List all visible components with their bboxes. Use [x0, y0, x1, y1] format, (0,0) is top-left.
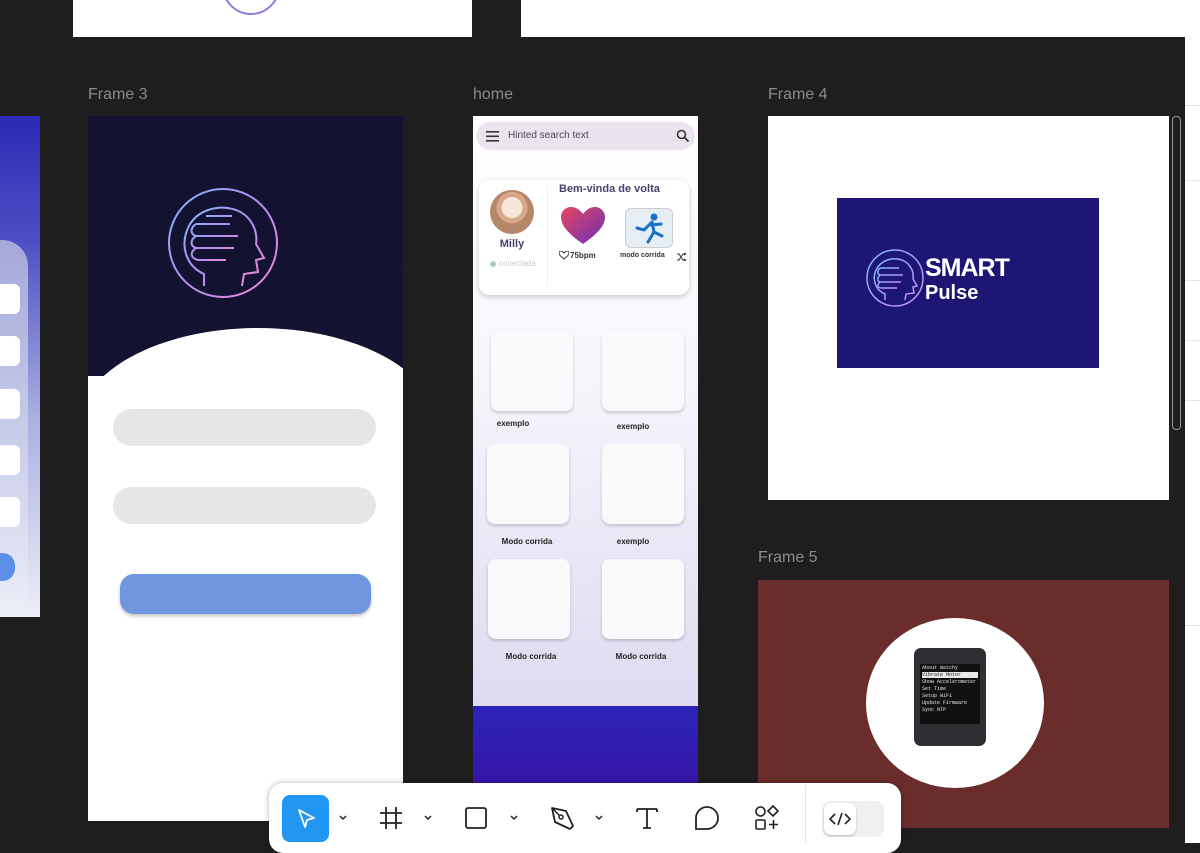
- device-menu-item: Vibrate Motor: [922, 672, 978, 678]
- home-frame[interactable]: Hinted search text Milly conectada Bem-v…: [473, 116, 698, 784]
- canvas-scrollbar[interactable]: [1172, 116, 1181, 430]
- frame-tool-button[interactable]: [369, 796, 413, 840]
- run-mode-label: modo corrida: [620, 252, 665, 259]
- smart-pulse-logo: SMART Pulse: [837, 198, 1099, 368]
- top-frame-partial-left[interactable]: [73, 0, 472, 37]
- search-placeholder: Hinted search text: [508, 130, 589, 141]
- frame-4[interactable]: SMART Pulse: [768, 116, 1169, 500]
- dev-mode-toggle[interactable]: [822, 801, 884, 837]
- comment-icon: [695, 806, 719, 830]
- logo-word-smart: SMART: [925, 254, 1010, 282]
- text-icon: [636, 808, 658, 829]
- frame-5-label[interactable]: Frame 5: [758, 549, 818, 567]
- login-button[interactable]: [120, 574, 371, 614]
- shortcut-tile[interactable]: [602, 444, 684, 524]
- shuffle-icon[interactable]: [677, 253, 686, 261]
- input-field: [0, 497, 20, 527]
- password-field[interactable]: [113, 487, 376, 524]
- runner-icon: [635, 213, 664, 244]
- frame-3[interactable]: [88, 116, 403, 821]
- tile-label: exemplo: [616, 537, 650, 546]
- heart-icon[interactable]: [559, 206, 607, 246]
- toolbar-divider: [805, 785, 806, 843]
- chevron-down-icon: [510, 815, 518, 821]
- chevron-down-icon: [424, 815, 432, 821]
- move-tool-dropdown[interactable]: [337, 808, 349, 828]
- actions-icon: [755, 804, 780, 830]
- move-arrow-icon: [297, 808, 315, 828]
- chevron-down-icon: [595, 815, 603, 821]
- welcome-title: Bem-vinda de volta: [559, 183, 660, 195]
- tile-label: Modo corrida: [615, 652, 667, 661]
- pen-tool-dropdown[interactable]: [593, 808, 605, 828]
- brain-head-logo-icon: [866, 249, 924, 307]
- heart-rate-value: 75bpm: [570, 251, 596, 260]
- user-status: conectada: [499, 259, 536, 268]
- tile-label: exemplo: [616, 422, 650, 431]
- frame-3-label[interactable]: Frame 3: [88, 86, 148, 104]
- tile-label: Modo corrida: [505, 652, 557, 661]
- device-menu-item: Update Firmware: [922, 700, 968, 706]
- email-field[interactable]: [113, 409, 376, 446]
- comment-tool-button[interactable]: [685, 796, 729, 840]
- brain-logo-partial-icon: [225, 0, 277, 15]
- input-field: [0, 284, 20, 314]
- frame-tool-dropdown[interactable]: [422, 808, 434, 828]
- chevron-down-icon: [339, 815, 347, 821]
- top-frame-partial-right[interactable]: [521, 0, 1185, 37]
- input-field: [0, 389, 20, 419]
- frame-icon: [380, 807, 402, 829]
- running-mode-image[interactable]: [625, 208, 673, 248]
- stray-layer-label: BE4: [404, 263, 418, 270]
- bottom-navigation-bar[interactable]: [473, 706, 698, 784]
- actions-tool-button[interactable]: [745, 796, 789, 840]
- user-name: Milly: [499, 238, 525, 250]
- shortcut-tile[interactable]: [602, 331, 684, 411]
- shortcut-tile[interactable]: [488, 559, 570, 639]
- welcome-card[interactable]: Milly conectada Bem-vinda de volta 75bpm…: [479, 180, 689, 295]
- menu-icon[interactable]: [486, 131, 500, 142]
- home-frame-label[interactable]: home: [473, 86, 513, 104]
- shortcut-tile[interactable]: [491, 331, 573, 411]
- tile-label: exemplo: [496, 419, 530, 428]
- logo-word-pulse: Pulse: [925, 282, 979, 304]
- shortcut-tile[interactable]: [602, 559, 684, 639]
- pen-icon: [551, 807, 574, 830]
- dev-mode-knob: [824, 803, 856, 835]
- card-divider: [547, 186, 548, 286]
- avatar[interactable]: [490, 190, 534, 234]
- online-status-icon: [490, 261, 496, 267]
- smartwatch-device: About Watchy Vibrate Motor Show Accelero…: [914, 648, 986, 746]
- properties-panel-edge: [1185, 0, 1200, 843]
- device-menu-item: Setup WiFi: [922, 693, 953, 699]
- shape-tool-button[interactable]: [454, 796, 498, 840]
- rectangle-icon: [465, 807, 487, 829]
- brain-head-logo-icon: [168, 188, 278, 298]
- input-field: [0, 445, 20, 475]
- device-screen: About Watchy Vibrate Motor Show Accelero…: [920, 664, 980, 724]
- device-menu-item: Set Time: [922, 686, 947, 692]
- shape-tool-dropdown[interactable]: [508, 808, 520, 828]
- text-tool-button[interactable]: [625, 796, 669, 840]
- tile-label: Modo corrida: [501, 537, 553, 546]
- pen-tool-button[interactable]: [540, 796, 584, 840]
- device-image-circle: About Watchy Vibrate Motor Show Accelero…: [866, 618, 1044, 788]
- search-icon[interactable]: [676, 129, 690, 143]
- code-icon: [829, 812, 851, 826]
- device-menu-item: About Watchy: [922, 665, 959, 671]
- device-menu-item: Show Accelerometer: [922, 679, 977, 685]
- shortcut-tile[interactable]: [487, 444, 569, 524]
- frame-4-label[interactable]: Frame 4: [768, 86, 828, 104]
- frame-2-partial[interactable]: [0, 116, 40, 617]
- input-field: [0, 336, 20, 366]
- search-bar[interactable]: Hinted search text: [476, 122, 695, 150]
- heart-rate-icon: [559, 251, 569, 260]
- device-menu-item: Sync NTP: [922, 707, 947, 713]
- move-tool-button[interactable]: [282, 795, 329, 842]
